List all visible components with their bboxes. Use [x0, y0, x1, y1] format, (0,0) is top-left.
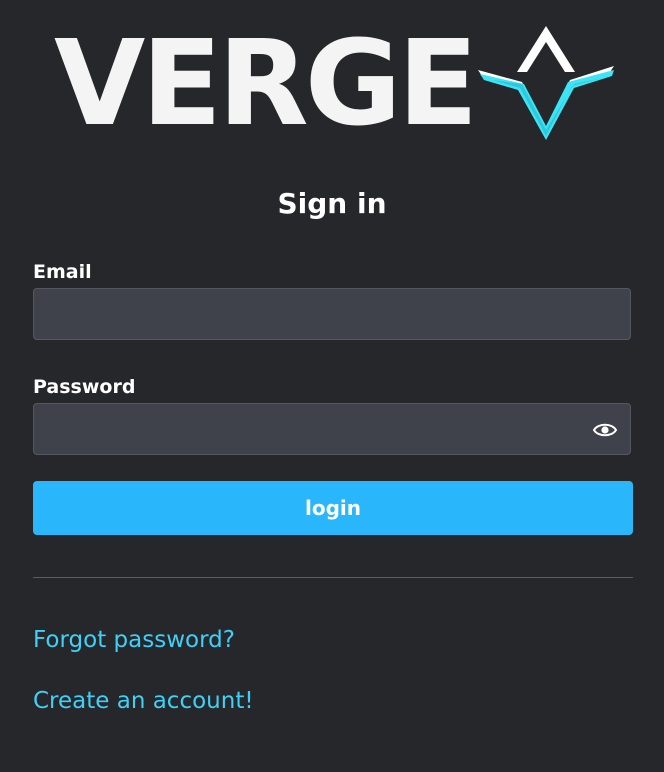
email-field[interactable]	[34, 289, 630, 339]
create-account-link[interactable]: Create an account!	[33, 686, 254, 716]
forgot-password-link[interactable]: Forgot password?	[33, 625, 235, 655]
eye-icon[interactable]	[592, 417, 618, 443]
logo-emblem-icon	[478, 26, 614, 140]
page-title: Sign in	[277, 187, 387, 220]
password-field-wrapper	[33, 403, 631, 455]
password-label: Password	[33, 376, 136, 398]
password-field[interactable]	[34, 404, 630, 454]
login-button[interactable]: login	[33, 481, 633, 535]
logo-wordmark: VERGE	[54, 14, 478, 152]
login-page: VERGE Sign in Email Password login Forgo…	[0, 0, 664, 772]
verge-logo: VERGE	[54, 22, 620, 142]
email-label: Email	[33, 261, 92, 283]
email-field-wrapper	[33, 288, 631, 340]
divider	[33, 577, 633, 578]
